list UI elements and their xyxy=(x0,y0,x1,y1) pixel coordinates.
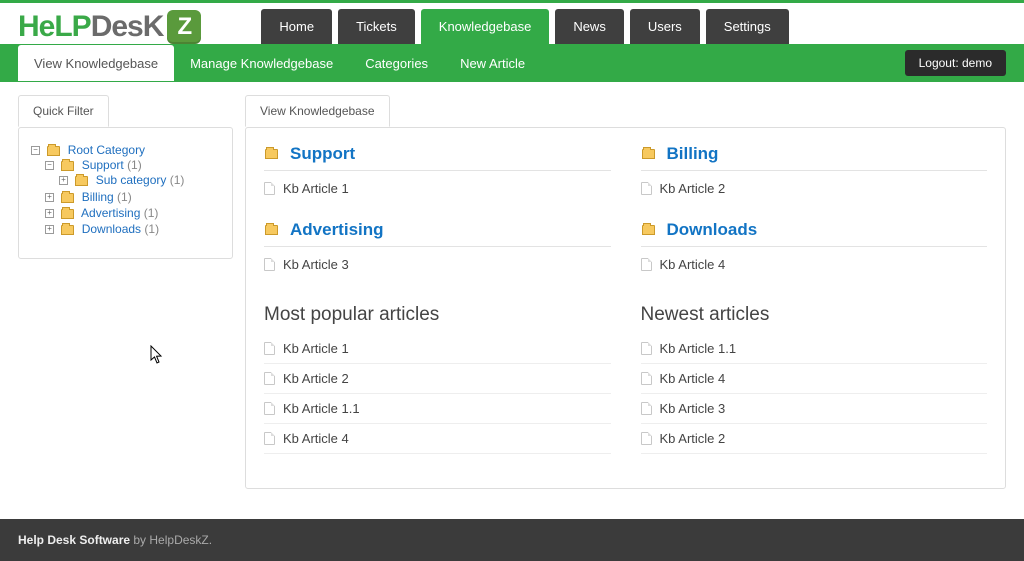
folder-icon xyxy=(61,225,74,235)
document-icon xyxy=(264,182,275,195)
subnav-view-kb[interactable]: View Knowledgebase xyxy=(18,45,174,81)
document-icon xyxy=(641,342,652,355)
folder-icon xyxy=(265,149,278,159)
document-icon xyxy=(264,342,275,355)
document-icon xyxy=(264,258,275,271)
tree-toggle-icon[interactable]: + xyxy=(45,193,54,202)
tree-downloads[interactable]: Downloads xyxy=(82,222,141,236)
folder-icon xyxy=(47,146,60,156)
tree-toggle-icon[interactable]: + xyxy=(59,176,68,185)
article-link[interactable]: Kb Article 1.1 xyxy=(264,394,611,424)
folder-icon xyxy=(61,209,74,219)
category-title: Support xyxy=(290,144,355,164)
footer-bold: Help Desk Software xyxy=(18,533,130,547)
document-icon xyxy=(264,432,275,445)
brand-part2: DesK xyxy=(91,10,164,44)
nav-home[interactable]: Home xyxy=(261,9,332,44)
footer: Help Desk Software by HelpDeskZ. xyxy=(0,519,1024,561)
tree-toggle-icon[interactable]: + xyxy=(45,209,54,218)
article-link[interactable]: Kb Article 4 xyxy=(641,253,988,276)
popular-heading: Most popular articles xyxy=(264,304,611,326)
subnav-manage-kb[interactable]: Manage Knowledgebase xyxy=(174,46,349,81)
document-icon xyxy=(641,182,652,195)
folder-icon xyxy=(642,149,655,159)
document-icon xyxy=(264,372,275,385)
article-link[interactable]: Kb Article 1 xyxy=(264,177,611,200)
tree-count: (1) xyxy=(117,190,132,204)
sidebar-tab-quickfilter[interactable]: Quick Filter xyxy=(18,95,109,127)
tree-sub-category[interactable]: Sub category xyxy=(96,173,167,187)
main-tab-view-kb[interactable]: View Knowledgebase xyxy=(245,95,390,127)
article-link[interactable]: Kb Article 3 xyxy=(641,394,988,424)
document-icon xyxy=(641,432,652,445)
category-title: Billing xyxy=(667,144,719,164)
folder-icon xyxy=(642,225,655,235)
nav-settings[interactable]: Settings xyxy=(706,9,789,44)
tree-toggle-icon[interactable]: − xyxy=(31,146,40,155)
document-icon xyxy=(641,372,652,385)
document-icon xyxy=(264,402,275,415)
category-tree: − Root Category − Support (1) xyxy=(31,142,220,238)
nav-tickets[interactable]: Tickets xyxy=(338,9,415,44)
nav-users[interactable]: Users xyxy=(630,9,700,44)
category-support[interactable]: Support xyxy=(264,140,611,171)
tree-count: (1) xyxy=(144,206,159,220)
article-link[interactable]: Kb Article 4 xyxy=(641,364,988,394)
category-billing[interactable]: Billing xyxy=(641,140,988,171)
article-link[interactable]: Kb Article 1 xyxy=(264,334,611,364)
folder-icon xyxy=(75,176,88,186)
folder-icon xyxy=(265,225,278,235)
folder-icon xyxy=(61,193,74,203)
tree-count: (1) xyxy=(144,222,159,236)
sub-nav: View Knowledgebase Manage Knowledgebase … xyxy=(0,44,1024,82)
brand-badge: Z xyxy=(167,10,201,44)
document-icon xyxy=(641,258,652,271)
nav-news[interactable]: News xyxy=(555,9,624,44)
tree-advertising[interactable]: Advertising xyxy=(81,206,140,220)
category-downloads[interactable]: Downloads xyxy=(641,216,988,247)
footer-rest: by HelpDeskZ. xyxy=(130,533,212,547)
tree-count: (1) xyxy=(170,173,185,187)
article-link[interactable]: Kb Article 2 xyxy=(641,424,988,454)
tree-root-category[interactable]: Root Category xyxy=(68,143,145,157)
category-advertising[interactable]: Advertising xyxy=(264,216,611,247)
tree-toggle-icon[interactable]: + xyxy=(45,225,54,234)
tree-count: (1) xyxy=(127,158,142,172)
nav-knowledgebase[interactable]: Knowledgebase xyxy=(421,9,550,44)
tree-toggle-icon[interactable]: − xyxy=(45,161,54,170)
article-link[interactable]: Kb Article 1.1 xyxy=(641,334,988,364)
newest-heading: Newest articles xyxy=(641,304,988,326)
tree-support[interactable]: Support xyxy=(82,158,124,172)
article-link[interactable]: Kb Article 2 xyxy=(264,364,611,394)
subnav-categories[interactable]: Categories xyxy=(349,46,444,81)
brand-logo[interactable]: HeLPDesK Z xyxy=(18,10,201,44)
main-nav: Home Tickets Knowledgebase News Users Se… xyxy=(261,9,788,44)
logout-button[interactable]: Logout: demo xyxy=(905,50,1006,76)
brand-part1: HeLP xyxy=(18,10,91,44)
article-link[interactable]: Kb Article 2 xyxy=(641,177,988,200)
category-title: Downloads xyxy=(667,220,758,240)
document-icon xyxy=(641,402,652,415)
subnav-new-article[interactable]: New Article xyxy=(444,46,541,81)
category-title: Advertising xyxy=(290,220,384,240)
tree-billing[interactable]: Billing xyxy=(82,190,114,204)
folder-icon xyxy=(61,161,74,171)
article-link[interactable]: Kb Article 4 xyxy=(264,424,611,454)
article-link[interactable]: Kb Article 3 xyxy=(264,253,611,276)
